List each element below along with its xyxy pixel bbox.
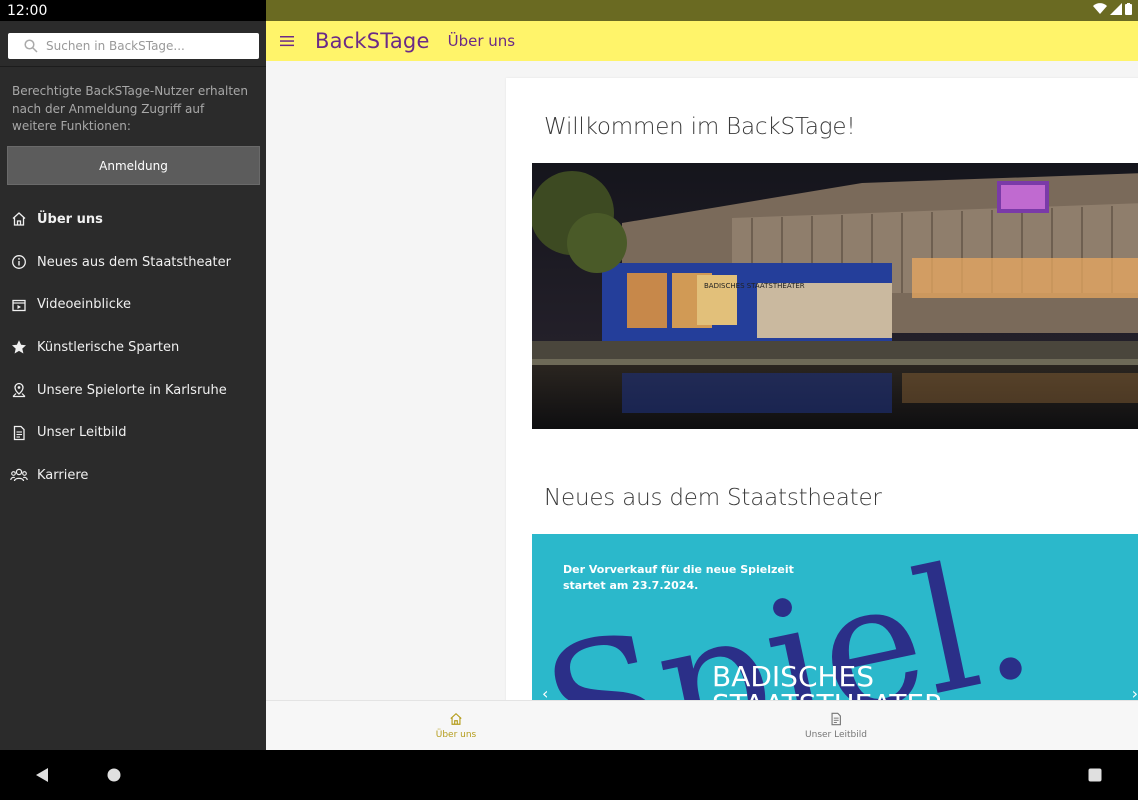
search-box[interactable] — [8, 33, 259, 59]
news-banner[interactable]: Spiel. BADISCHES STAATSTHEATER Der Vorve… — [532, 534, 1138, 700]
app-bar: BackSTage Über uns — [266, 21, 1138, 61]
page-title: Über uns — [447, 32, 516, 50]
search-icon — [24, 39, 38, 53]
search-input[interactable] — [46, 39, 236, 53]
theater-photo: BADISCHES STAATSTHEATER — [532, 163, 1138, 429]
login-button[interactable]: Anmeldung — [7, 146, 260, 185]
home-button-icon[interactable] — [107, 768, 121, 782]
photo-sign: BADISCHES STAATSTHEATER — [704, 282, 805, 290]
info-icon — [1, 254, 37, 270]
main-content: Willkommen im BackSTage! BADISCHES STAAT… — [266, 61, 1138, 700]
cellular-icon — [1110, 3, 1122, 15]
sidebar-item-label: Karriere — [37, 467, 89, 483]
sidebar-item-label: Unsere Spielorte in Karlsruhe — [37, 382, 227, 398]
content-card: Willkommen im BackSTage! BADISCHES STAAT… — [506, 78, 1138, 700]
document-icon — [1, 425, 37, 441]
bottom-navigation: Über uns Unser Leitbild — [266, 700, 1138, 750]
bottom-tab-leitbild[interactable]: Unser Leitbild — [776, 701, 896, 751]
drawer-divider — [0, 66, 266, 67]
sidebar-item-leitbild[interactable]: Unser Leitbild — [0, 411, 266, 454]
people-icon — [1, 467, 37, 483]
welcome-heading: Willkommen im BackSTage! — [544, 114, 856, 140]
map-pin-icon — [1, 382, 37, 398]
sidebar-item-label: Neues aus dem Staatstheater — [37, 254, 231, 270]
navigation-drawer: Berechtigte BackSTage-Nutzer erhalten na… — [0, 21, 266, 750]
brand-logo: BackSTage — [315, 29, 430, 53]
battery-icon — [1125, 3, 1132, 15]
carousel-prev-icon[interactable]: ‹ — [542, 684, 548, 700]
home-icon — [1, 211, 37, 227]
sidebar-item-karriere[interactable]: Karriere — [0, 454, 266, 497]
document-icon — [831, 712, 841, 726]
banner-line2: startet am 23.7.2024. — [563, 579, 699, 592]
menu-button[interactable] — [266, 21, 308, 61]
video-icon — [1, 297, 37, 313]
banner-org-line2: STAATSTHEATER — [712, 688, 944, 700]
bottom-tab-label: Unser Leitbild — [805, 730, 867, 740]
bottom-tab-ueber-uns[interactable]: Über uns — [396, 701, 516, 751]
login-hint: Berechtigte BackSTage-Nutzer erhalten na… — [12, 84, 249, 133]
sidebar-item-kuenstlerische-sparten[interactable]: Künstlerische Sparten — [0, 326, 266, 369]
sidebar-item-spielorte[interactable]: Unsere Spielorte in Karlsruhe — [0, 369, 266, 412]
home-icon — [450, 712, 462, 725]
status-clock: 12:00 — [7, 3, 48, 19]
back-icon[interactable] — [35, 768, 49, 782]
sidebar-item-neues[interactable]: Neues aus dem Staatstheater — [0, 241, 266, 284]
system-navigation-bar — [0, 750, 1138, 800]
status-bar-right — [266, 0, 1138, 21]
wifi-icon — [1093, 3, 1107, 15]
drawer-nav: Über uns Neues aus dem Staatstheater Vid… — [0, 198, 266, 497]
banner-text: Der Vorverkauf für die neue Spielzeit st… — [563, 562, 794, 594]
sidebar-item-label: Unser Leitbild — [37, 425, 127, 441]
hamburger-icon — [280, 36, 294, 47]
bottom-tab-label: Über uns — [435, 730, 477, 740]
carousel-next-icon[interactable]: › — [1132, 684, 1138, 700]
sidebar-item-label: Videoeinblicke — [37, 297, 131, 313]
status-bar-left: 12:00 — [0, 0, 266, 21]
banner-line1: Der Vorverkauf für die neue Spielzeit — [563, 563, 794, 576]
star-icon — [1, 339, 37, 355]
sidebar-item-label: Künstlerische Sparten — [37, 339, 180, 355]
sidebar-item-label: Über uns — [37, 211, 103, 227]
sidebar-item-ueber-uns[interactable]: Über uns — [0, 198, 266, 241]
news-heading: Neues aus dem Staatstheater — [544, 485, 882, 511]
recents-icon[interactable] — [1088, 768, 1102, 782]
sidebar-item-videoeinblicke[interactable]: Videoeinblicke — [0, 283, 266, 326]
